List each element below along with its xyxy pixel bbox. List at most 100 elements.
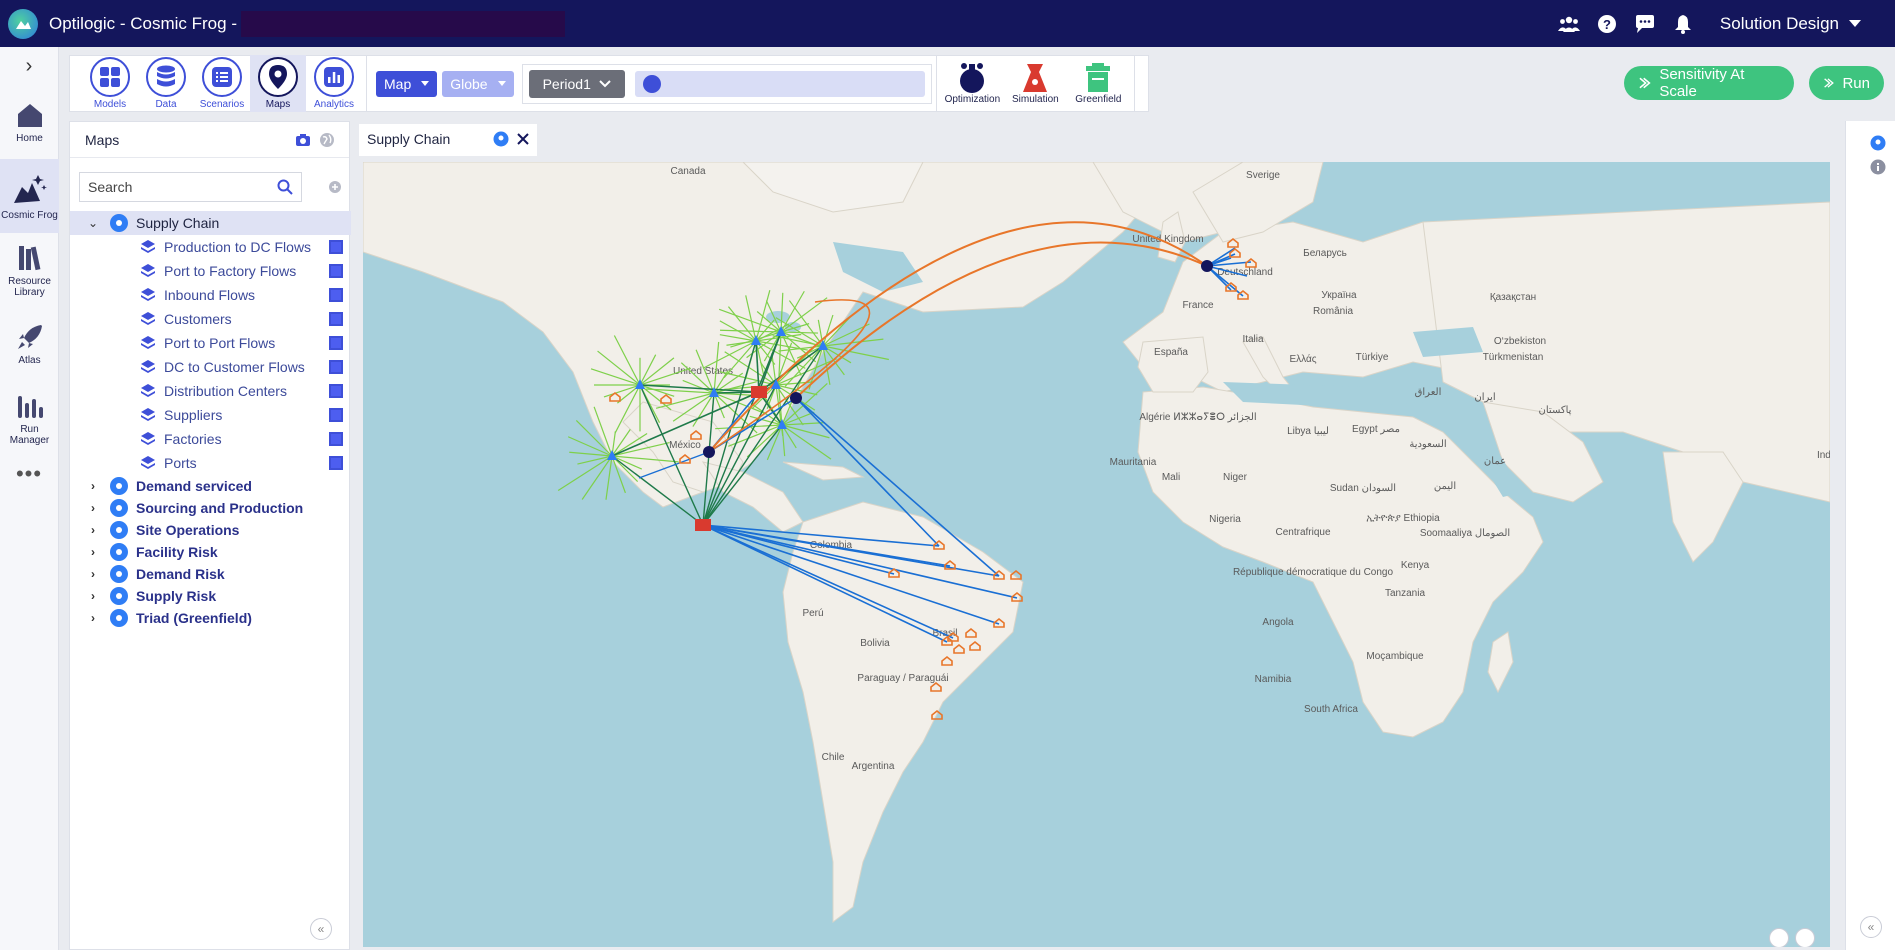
- add-map-icon[interactable]: [328, 180, 342, 194]
- tree-map-supply-chain[interactable]: ⌄ Supply Chain: [70, 211, 351, 235]
- expand-nav-button[interactable]: ›: [0, 47, 58, 85]
- optilogic-logo[interactable]: [8, 8, 38, 39]
- tab-supply-chain[interactable]: Supply Chain: [359, 124, 537, 156]
- layer-visibility-checkbox[interactable]: [329, 360, 343, 374]
- period-slider[interactable]: [634, 70, 925, 97]
- tree-layer-item[interactable]: Distribution Centers: [70, 379, 351, 403]
- tree-map-item[interactable]: › Triad (Greenfield): [70, 607, 351, 629]
- more-options-icon[interactable]: •••: [0, 461, 58, 487]
- factory-marker[interactable]: [751, 386, 767, 398]
- chevron-down-icon[interactable]: ⌄: [86, 216, 100, 230]
- map-pin-icon[interactable]: [1870, 135, 1886, 151]
- tool-maps[interactable]: Maps: [250, 55, 306, 112]
- tree-map-item[interactable]: › Facility Risk: [70, 541, 351, 563]
- period-control: Period1: [521, 63, 932, 104]
- search-icon[interactable]: [277, 179, 293, 195]
- factory-marker[interactable]: [695, 519, 711, 531]
- engine-simulation[interactable]: Simulation: [1004, 55, 1067, 112]
- map-svg[interactable]: Canada United States México Colombia Per…: [363, 162, 1830, 947]
- team-icon[interactable]: [1557, 12, 1581, 36]
- label-espana: España: [1154, 347, 1188, 358]
- layer-visibility-checkbox[interactable]: [329, 312, 343, 326]
- tree-map-item[interactable]: › Site Operations: [70, 519, 351, 541]
- tree-map-item[interactable]: › Demand Risk: [70, 563, 351, 585]
- tree-map-label: Facility Risk: [136, 544, 218, 560]
- engine-greenfield[interactable]: Greenfield: [1067, 55, 1130, 112]
- cosmic-frog-icon: [13, 175, 47, 203]
- chevron-right-icon[interactable]: ›: [86, 501, 100, 515]
- globe-icon[interactable]: [319, 132, 335, 148]
- tree-layer-item[interactable]: Ports: [70, 451, 351, 475]
- collapse-panel-button[interactable]: «: [310, 918, 332, 940]
- nav-home[interactable]: Home: [0, 85, 59, 159]
- tree-layer-item[interactable]: Inbound Flows: [70, 283, 351, 307]
- engine-optimization[interactable]: Optimization: [941, 55, 1004, 112]
- tree-layer-item[interactable]: Production to DC Flows: [70, 235, 351, 259]
- chevron-right-icon[interactable]: ›: [86, 545, 100, 559]
- layers-icon: [141, 336, 155, 349]
- tree-layer-item[interactable]: Port to Factory Flows: [70, 259, 351, 283]
- layer-visibility-checkbox[interactable]: [329, 336, 343, 350]
- workspace-selector[interactable]: Solution Design: [1720, 14, 1839, 34]
- tree-map-label: Supply Chain: [136, 215, 220, 231]
- tool-scenarios[interactable]: Scenarios: [194, 55, 250, 112]
- chat-icon[interactable]: [1633, 12, 1657, 36]
- madagascar-land: [1487, 631, 1514, 694]
- help-icon[interactable]: ?: [1595, 12, 1619, 36]
- globe-dropdown[interactable]: Globe: [442, 70, 514, 97]
- layer-visibility-checkbox[interactable]: [329, 432, 343, 446]
- nav-resource-library[interactable]: Resource Library: [0, 233, 59, 307]
- port-marker[interactable]: [703, 446, 715, 458]
- label-namibia: Namibia: [1255, 674, 1292, 685]
- tree-map-item[interactable]: › Demand serviced: [70, 475, 351, 497]
- layer-visibility-checkbox[interactable]: [329, 384, 343, 398]
- period-dropdown[interactable]: Period1: [528, 69, 625, 98]
- tool-models-label: Models: [93, 99, 127, 110]
- chevron-right-icon[interactable]: ›: [86, 479, 100, 493]
- maps-search-input[interactable]: Search: [79, 172, 302, 202]
- tool-models[interactable]: Models: [82, 55, 138, 112]
- chevron-right-icon[interactable]: ›: [86, 567, 100, 581]
- tree-map-item[interactable]: › Supply Risk: [70, 585, 351, 607]
- layer-visibility-checkbox[interactable]: [329, 408, 343, 422]
- label-algeria: Algérie ⵍⵣⵣⴰⵢⴻⵔ الجزائر: [1139, 412, 1256, 423]
- tree-map-item[interactable]: › Sourcing and Production: [70, 497, 351, 519]
- layer-visibility-checkbox[interactable]: [329, 264, 343, 278]
- layer-visibility-checkbox[interactable]: [329, 288, 343, 302]
- tree-layer-item[interactable]: Suppliers: [70, 403, 351, 427]
- tree-layer-item[interactable]: DC to Customer Flows: [70, 355, 351, 379]
- collapse-right-button[interactable]: «: [1860, 916, 1882, 938]
- tree-layer-item[interactable]: Factories: [70, 427, 351, 451]
- library-icon: [18, 245, 40, 270]
- camera-icon[interactable]: [295, 133, 311, 147]
- layers-toggle-button[interactable]: [1795, 928, 1815, 947]
- port-marker[interactable]: [790, 392, 802, 404]
- layer-visibility-checkbox[interactable]: [329, 240, 343, 254]
- chevron-down-icon[interactable]: [1849, 20, 1861, 27]
- sensitivity-at-scale-button[interactable]: Sensitivity At Scale: [1624, 66, 1794, 100]
- bell-icon[interactable]: [1671, 12, 1695, 36]
- nav-atlas[interactable]: Atlas: [0, 307, 59, 381]
- chevron-right-icon[interactable]: ›: [86, 611, 100, 625]
- nav-run-manager[interactable]: Run Manager: [0, 381, 59, 455]
- nav-cosmic-frog[interactable]: Cosmic Frog: [0, 159, 59, 233]
- run-button[interactable]: Run: [1809, 66, 1884, 100]
- map-canvas[interactable]: Canada United States México Colombia Per…: [363, 162, 1830, 947]
- chevron-right-icon[interactable]: ›: [86, 523, 100, 537]
- tree-layer-item[interactable]: Port to Port Flows: [70, 331, 351, 355]
- nav-resource-library-label: Resource Library: [8, 275, 51, 298]
- layer-visibility-checkbox[interactable]: [329, 456, 343, 470]
- tool-analytics[interactable]: Analytics: [306, 55, 362, 112]
- close-icon[interactable]: [517, 133, 529, 145]
- fullscreen-button[interactable]: [1769, 928, 1789, 947]
- tool-data[interactable]: Data: [138, 55, 194, 112]
- port-marker[interactable]: [1201, 260, 1213, 272]
- map-dropdown[interactable]: Map: [376, 70, 438, 97]
- run-icon: [1824, 78, 1834, 88]
- tree-layer-item[interactable]: Customers: [70, 307, 351, 331]
- info-icon[interactable]: [1870, 159, 1886, 175]
- chevron-right-icon[interactable]: ›: [86, 589, 100, 603]
- period-slider-handle[interactable]: [642, 74, 661, 93]
- map-dropdown-label: Map: [384, 75, 412, 92]
- run-icon: [1639, 77, 1651, 89]
